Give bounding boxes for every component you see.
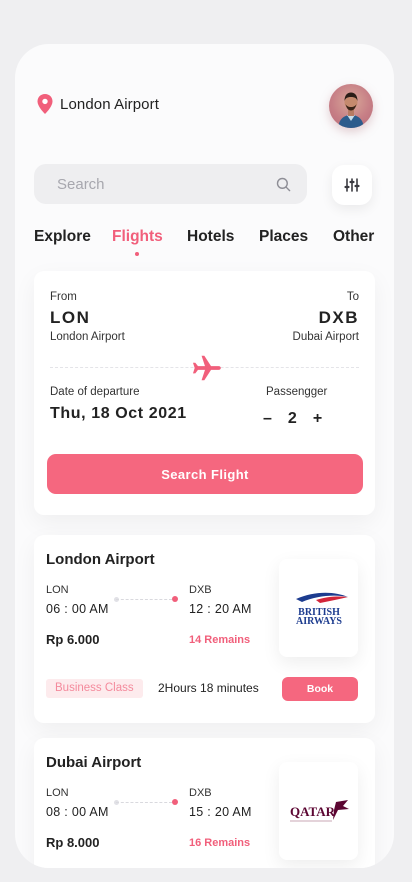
flight-price: Rp 6.000 (46, 632, 100, 647)
to-label: To (346, 291, 359, 303)
airline-logo: BRITISH AIRWAYS (279, 559, 358, 657)
route-line (116, 599, 172, 600)
route-line (116, 802, 172, 803)
departure-time: 06 : 00 AM (46, 602, 109, 616)
flight-price: Rp 8.000 (46, 835, 100, 850)
ba-logo-line2: AIRWAYS (296, 616, 342, 627)
british-airways-logo: BRITISH AIRWAYS (295, 592, 348, 627)
category-tabs: Explore Flights Hotels Places Other (15, 228, 394, 258)
destination-airport: Dubai Airport (292, 331, 359, 343)
tab-explore[interactable]: Explore (34, 228, 91, 246)
book-button[interactable]: Book (282, 677, 358, 701)
route-end-dot (172, 596, 178, 602)
tab-flights-label: Flights (112, 228, 163, 245)
flight-duration: 2Hours 18 minutes (158, 681, 259, 695)
seats-remaining: 16 Remains (189, 837, 251, 849)
avatar-image (338, 92, 364, 128)
filter-button[interactable] (332, 165, 372, 205)
flight-destination-code: DXB (189, 787, 212, 799)
location-pin-icon (37, 94, 53, 114)
qatar-airways-logo: QATAR (289, 800, 349, 822)
departure-date[interactable]: Thu, 18 Oct 2021 (50, 405, 187, 423)
search-icon[interactable] (276, 177, 291, 192)
flight-airport-title: London Airport (46, 551, 155, 568)
search-input[interactable] (57, 175, 276, 193)
search-flight-button[interactable]: Search Flight (47, 454, 363, 494)
increment-button[interactable]: + (313, 410, 322, 428)
tab-places[interactable]: Places (259, 228, 308, 246)
arrival-time: 15 : 20 AM (189, 805, 252, 819)
origin-code[interactable]: LON (50, 308, 90, 328)
flight-destination-code: DXB (189, 584, 212, 596)
date-label: Date of departure (50, 386, 140, 398)
location-label: London Airport (60, 95, 159, 113)
phone-screen: London Airport Search Explore Flights Ho… (15, 44, 394, 868)
flight-result-card[interactable]: London Airport LON DXB 06 : 00 AM 12 : 2… (34, 535, 375, 723)
avatar[interactable] (329, 84, 373, 128)
tab-flights[interactable]: Flights (112, 228, 163, 256)
plane-icon[interactable] (190, 351, 224, 385)
flight-origin-code: LON (46, 787, 69, 799)
airline-logo: QATAR (279, 762, 358, 860)
passenger-stepper: – 2 + (263, 410, 322, 428)
active-tab-indicator (135, 252, 140, 256)
seats-remaining: 14 Remains (189, 634, 251, 646)
flight-search-card: From To LON DXB London Airport Dubai Air… (34, 271, 375, 515)
arrival-time: 12 : 20 AM (189, 602, 252, 616)
origin-airport: London Airport (50, 331, 125, 343)
search-box (34, 164, 307, 204)
cabin-class-badge: Business Class (46, 679, 143, 698)
decrement-button[interactable]: – (263, 410, 272, 428)
current-location[interactable]: London Airport (37, 94, 159, 114)
destination-code[interactable]: DXB (319, 308, 359, 328)
tab-hotels[interactable]: Hotels (187, 228, 234, 246)
flight-airport-title: Dubai Airport (46, 754, 142, 771)
departure-time: 08 : 00 AM (46, 805, 109, 819)
route-end-dot (172, 799, 178, 805)
passenger-label: Passengger (266, 386, 328, 398)
flight-result-card[interactable]: Dubai Airport LON DXB 08 : 00 AM 15 : 20… (34, 738, 375, 868)
passenger-count: 2 (287, 410, 297, 427)
from-label: From (50, 291, 77, 303)
tab-other[interactable]: Other (333, 228, 374, 246)
qatar-logo-text: QATAR (290, 804, 336, 819)
flight-origin-code: LON (46, 584, 69, 596)
sliders-icon (344, 178, 360, 192)
